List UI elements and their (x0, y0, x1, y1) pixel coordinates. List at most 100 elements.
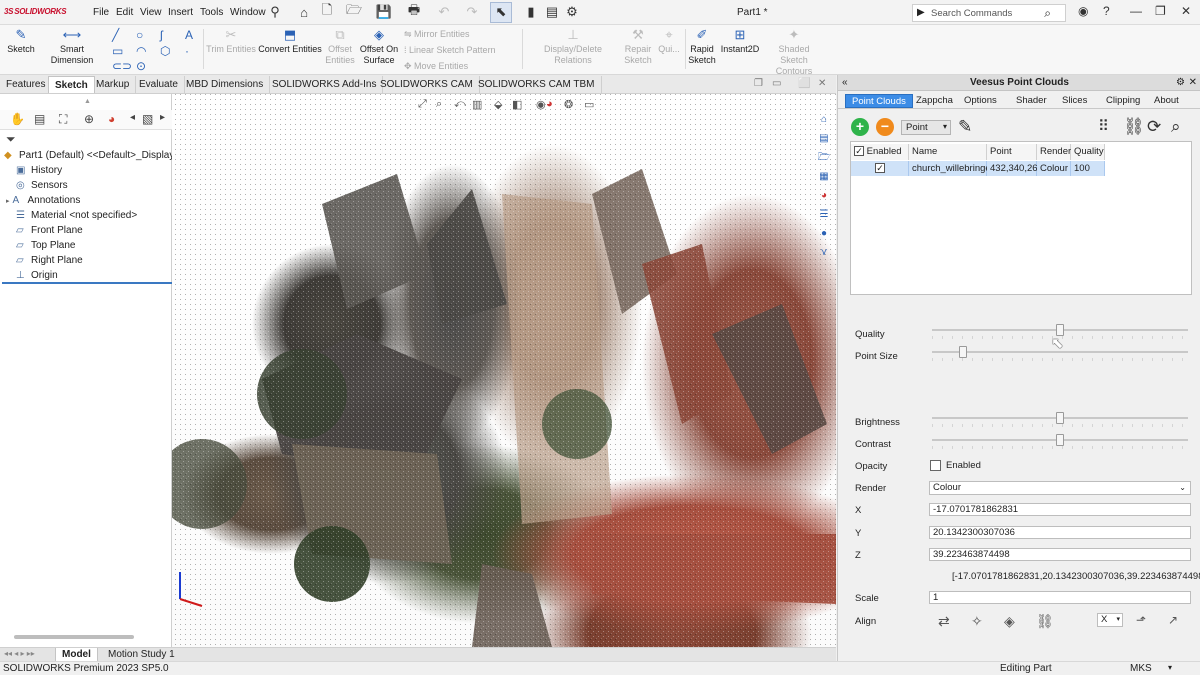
header-name[interactable]: Name (909, 144, 987, 160)
open-folder-icon[interactable]: 🗁 (345, 2, 363, 20)
unit-system-selector[interactable]: MKS (1130, 663, 1152, 674)
expand-arrow-icon[interactable]: ▸ (6, 198, 10, 205)
tab-slices[interactable]: Slices (1056, 94, 1093, 108)
align-link-icon[interactable]: ⛓ (1036, 613, 1054, 630)
offset-entities-button[interactable]: ⧉ Offset Entities (324, 27, 356, 66)
header-point-count[interactable]: Point Count (987, 144, 1037, 173)
tab-evaluate[interactable]: Evaluate (133, 76, 185, 93)
configuration-manager-icon[interactable]: ⛶ (59, 112, 67, 127)
zoom-to-fit-icon[interactable]: ⤢ (418, 98, 427, 111)
print-icon[interactable]: 🖶 (405, 2, 423, 20)
tree-item-right-plane[interactable]: ▱ Right Plane (16, 255, 83, 266)
z-coordinate-field[interactable]: 39.223463874498 (929, 548, 1191, 561)
slider-thumb[interactable] (1056, 434, 1064, 446)
rebuild-icon[interactable]: ▮ (522, 4, 540, 20)
units-dropdown-icon[interactable]: ▾ (1168, 663, 1172, 672)
polygon-icon[interactable]: ⬡ (160, 44, 170, 58)
tree-item-history[interactable]: ▣ History (16, 165, 62, 176)
redo-icon[interactable]: ↷ (463, 4, 481, 20)
tab-features[interactable]: Features (0, 76, 53, 93)
scroll-left-icon[interactable]: ◂ (130, 112, 135, 123)
featuremanager-tree-icon[interactable]: ✋ (10, 112, 25, 126)
text-icon[interactable]: A (185, 28, 193, 42)
tab-clipping[interactable]: Clipping (1100, 94, 1146, 108)
layers-icon[interactable]: ◈ (1004, 613, 1015, 630)
tab-scroll-icon[interactable]: ◂◂ ◂ ▸ ▸▸ (4, 649, 35, 658)
tab-markup[interactable]: Markup (90, 76, 137, 93)
ellipse-icon[interactable]: ⊙ (136, 59, 146, 73)
custom-properties-icon[interactable]: ☰ (816, 207, 832, 223)
tab-point-clouds[interactable]: Point Clouds (845, 94, 913, 108)
display-manager-icon[interactable]: ◕ (108, 112, 115, 126)
solidworks-logo[interactable]: 3SSOLIDWORKS (4, 5, 67, 17)
file-properties-icon[interactable]: ▤ (543, 4, 561, 20)
swap-axes-icon[interactable]: ⇄ (938, 613, 950, 630)
scale-field[interactable]: 1 (929, 591, 1191, 604)
mirror-entities-button[interactable]: ⇋ Mirror Entities (404, 29, 470, 40)
zoom-area-icon[interactable]: ⌕ (436, 98, 442, 111)
file-explorer-icon[interactable]: 🗁 (816, 150, 832, 166)
forum-icon[interactable]: ● (816, 226, 832, 242)
tab-motion-study[interactable]: Motion Study 1 (102, 648, 181, 662)
header-enabled[interactable]: ✓ Enabled (851, 144, 909, 160)
sync-icon[interactable]: ⟳ (1147, 117, 1161, 137)
slider-thumb[interactable] (959, 346, 967, 358)
user-icon[interactable]: ◉ (1078, 4, 1088, 18)
brightness-slider[interactable] (932, 412, 1188, 427)
axis-select[interactable]: X ▾ (1097, 613, 1123, 627)
tab-solidworks-addins[interactable]: SOLIDWORKS Add-Ins (266, 76, 384, 93)
menu-tools[interactable]: Tools (200, 7, 223, 18)
select-all-checkbox[interactable]: ✓ (854, 146, 864, 157)
row-enabled-checkbox[interactable]: ✓ (875, 163, 885, 174)
scroll-right-icon[interactable]: ▸ (160, 112, 165, 123)
row-point-count[interactable]: 432,340,266 (987, 161, 1043, 176)
tab-about[interactable]: About (1148, 94, 1185, 108)
slider-thumb[interactable] (1056, 412, 1064, 424)
tree-root-part[interactable]: ◆ Part1 (Default) <<Default>_Display S (4, 150, 184, 161)
pick-point-icon[interactable]: ✧ (971, 613, 983, 630)
arc-icon[interactable]: ◠ (136, 44, 146, 58)
tab-solidworks-cam-tbm[interactable]: SOLIDWORKS CAM TBM (472, 76, 602, 93)
collapse-icon[interactable]: « (842, 75, 848, 90)
menu-edit[interactable]: Edit (116, 7, 133, 18)
linear-sketch-pattern-button[interactable]: ⁞ Linear Sketch Pattern (404, 45, 496, 55)
help-icon[interactable]: ? (1103, 4, 1110, 18)
tab-model[interactable]: Model (55, 648, 98, 662)
close-icon[interactable]: ✕ (1181, 4, 1191, 18)
view-settings-icon[interactable]: ▭ (584, 98, 594, 111)
tree-item-annotations[interactable]: ▸ A Annotations (6, 195, 80, 206)
menu-file[interactable]: File (93, 7, 109, 18)
opacity-enabled-checkbox[interactable] (930, 460, 941, 471)
edit-appearance-icon[interactable]: ◕ (546, 98, 553, 110)
quick-snaps-button[interactable]: ⌖ Qui... (656, 27, 682, 55)
pane-close-icon[interactable]: ✕ (818, 78, 826, 89)
tree-item-sensors[interactable]: ◎ Sensors (16, 180, 68, 191)
link-icon[interactable]: ⛓ (1123, 117, 1145, 137)
search-icon[interactable]: ⌕ (1044, 6, 1051, 21)
pin-icon[interactable]: ⚲ (266, 4, 284, 20)
rollback-bar[interactable] (2, 282, 172, 284)
solidworks-resources-icon[interactable]: ⌂ (816, 112, 832, 128)
rectangle-icon[interactable]: ▭ (112, 44, 123, 58)
restore-icon[interactable]: ❐ (1155, 4, 1166, 18)
home-icon[interactable]: ⌂ (295, 4, 313, 20)
instant2d-button[interactable]: ⊞ Instant2D (718, 27, 762, 55)
panel-settings-icon[interactable]: ⚙ (1176, 75, 1185, 90)
filter-icon[interactable]: ⏷ (6, 132, 16, 147)
line-icon[interactable]: ╱ (112, 28, 119, 42)
add-point-cloud-icon[interactable]: + (851, 118, 869, 136)
tab-options[interactable]: Options (958, 94, 1003, 108)
tab-shader[interactable]: Shader (1010, 94, 1053, 108)
cam-manager-icon[interactable]: ▧ (142, 112, 153, 126)
tab-zappcha[interactable]: Zappcha (910, 94, 959, 108)
select-arrow-icon[interactable]: ⬉ (492, 4, 510, 20)
graphics-viewport-point-cloud[interactable]: ⤢ ⌕ ⤺ ▥ ⬙ ◧ ◉ ◕ ❂ ▭ (172, 94, 836, 647)
pane-restore-icon[interactable]: ❐ (754, 78, 763, 89)
align-diagonal-arrow-icon[interactable]: ↗ (1168, 613, 1178, 627)
header-quality[interactable]: Quality (1071, 144, 1105, 160)
trim-entities-button[interactable]: ✂ Trim Entities (206, 27, 256, 55)
pane-maximize-icon[interactable]: ⬜ (798, 78, 810, 89)
appearances-icon[interactable]: ◕ (816, 188, 832, 204)
point-grid-icon[interactable]: ⠿ (1098, 117, 1109, 135)
render-mode-select[interactable]: Colour ⌄ (929, 481, 1191, 495)
